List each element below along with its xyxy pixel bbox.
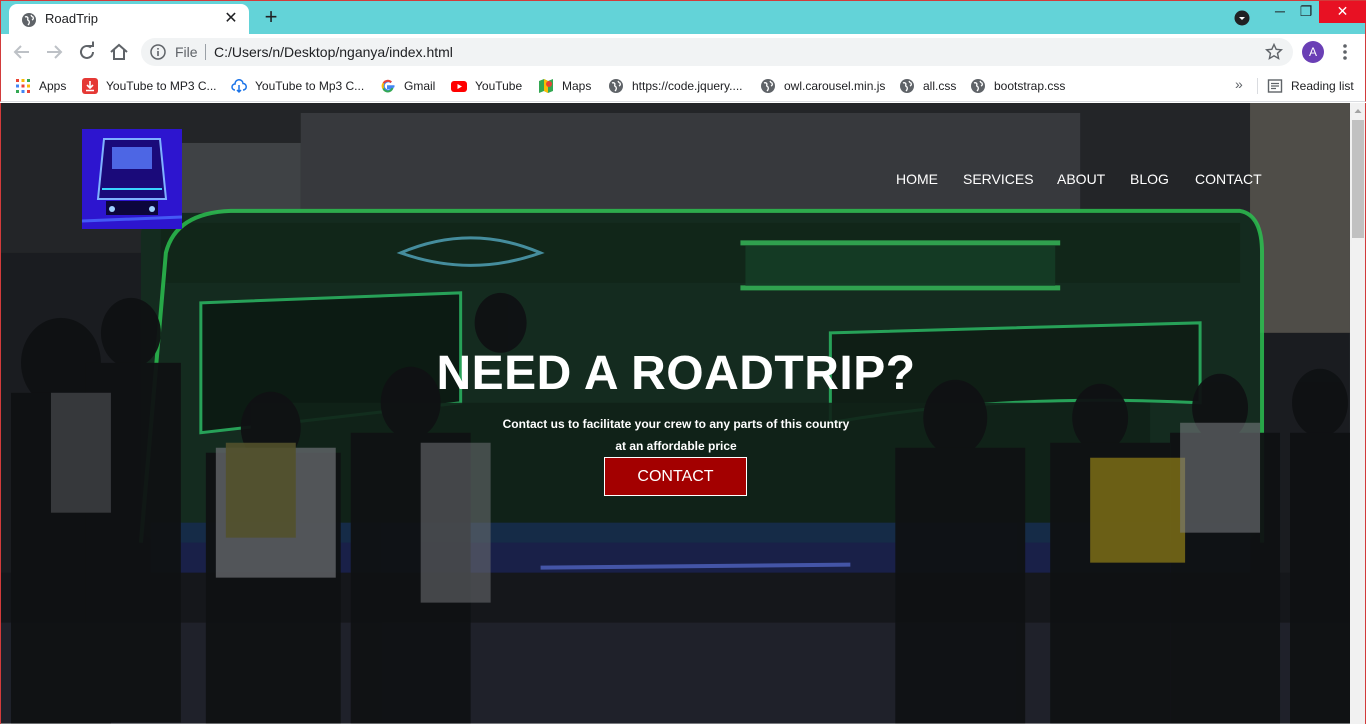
download-icon <box>82 78 98 94</box>
bookmark-label: YouTube <box>475 79 523 93</box>
globe-icon <box>22 13 36 27</box>
bookmark-label: YouTube to Mp3 C... <box>255 79 365 93</box>
bookmark-owl-carousel[interactable]: owl.carousel.min.js <box>760 76 885 96</box>
google-icon <box>381 79 395 93</box>
scroll-up-arrow-icon[interactable] <box>1350 103 1366 119</box>
back-arrow-icon[interactable] <box>10 40 34 64</box>
tab-strip: RoadTrip ✕ + ─ ❐ ✕ <box>0 0 1366 35</box>
page-viewport: HOME SERVICES ABOUT BLOG CONTACT NEED A … <box>0 103 1350 724</box>
bookmark-label: https://code.jquery.... <box>632 79 743 93</box>
site-logo[interactable] <box>82 129 182 229</box>
contact-cta-button[interactable]: CONTACT <box>604 457 747 496</box>
globe-icon <box>971 79 985 93</box>
bookmarks-divider <box>1257 78 1258 94</box>
bookmark-apps[interactable]: Apps <box>15 76 66 96</box>
page-scrollbar[interactable] <box>1350 103 1366 724</box>
scrollbar-thumb[interactable] <box>1352 120 1364 238</box>
cloud-download-icon <box>231 79 247 94</box>
globe-icon <box>900 79 914 93</box>
scheme-label: File <box>175 44 198 60</box>
profile-avatar[interactable]: A <box>1302 41 1324 63</box>
minimize-icon[interactable]: ─ <box>1269 1 1291 23</box>
reload-icon[interactable] <box>75 40 99 64</box>
bookmark-gmail[interactable]: Gmail <box>380 76 435 96</box>
hero-subline-2: at an affordable price <box>615 439 737 453</box>
bookmark-all-css[interactable]: all.css <box>899 76 956 96</box>
youtube-icon <box>451 81 467 92</box>
tab-roadtrip[interactable]: RoadTrip ✕ <box>9 4 249 35</box>
tab-search-icon[interactable] <box>1234 10 1250 26</box>
forward-arrow-icon[interactable] <box>42 40 66 64</box>
globe-icon <box>761 79 775 93</box>
address-bar[interactable]: File C:/Users/n/Desktop/nganya/index.htm… <box>141 38 1293 66</box>
bookmark-label: Gmail <box>404 79 436 93</box>
restore-icon[interactable]: ❐ <box>1295 1 1317 23</box>
apps-grid-icon <box>16 79 30 93</box>
bookmark-label: YouTube to MP3 C... <box>106 79 217 93</box>
nav-contact[interactable]: CONTACT <box>1195 171 1262 187</box>
nav-home[interactable]: HOME <box>896 171 938 187</box>
info-icon[interactable] <box>150 44 166 60</box>
bookmark-youtube[interactable]: YouTube <box>451 76 522 96</box>
bookmark-youtube-mp3-1[interactable]: YouTube to MP3 C... <box>82 76 217 96</box>
close-tab-icon[interactable]: ✕ <box>221 9 241 29</box>
bookmark-youtube-mp3-2[interactable]: YouTube to Mp3 C... <box>231 76 364 96</box>
nav-services[interactable]: SERVICES <box>963 171 1034 187</box>
tab-title: RoadTrip <box>45 11 98 26</box>
omnibox-divider <box>205 44 206 60</box>
reading-list-button[interactable]: Reading list <box>1267 76 1354 96</box>
nav-about[interactable]: ABOUT <box>1057 171 1105 187</box>
bookmark-bootstrap-css[interactable]: bootstrap.css <box>970 76 1065 96</box>
bookmark-label: bootstrap.css <box>994 79 1066 93</box>
nav-blog[interactable]: BLOG <box>1130 171 1169 187</box>
hero-subline-1: Contact us to facilitate your crew to an… <box>502 417 850 431</box>
bookmark-label: all.css <box>923 79 957 93</box>
window-close-icon[interactable]: ✕ <box>1319 1 1366 23</box>
hero-headline: NEED A ROADTRIP? <box>436 347 916 400</box>
bookmarks-overflow-chevron-icon[interactable]: » <box>1235 76 1243 92</box>
hero-background-image <box>1 103 1350 724</box>
globe-icon <box>609 79 623 93</box>
reading-list-label: Reading list <box>1291 79 1354 93</box>
bookmark-star-icon[interactable] <box>1265 43 1283 61</box>
bookmark-label: Apps <box>39 79 67 93</box>
browser-toolbar: File C:/Users/n/Desktop/nganya/index.htm… <box>0 34 1366 70</box>
home-icon[interactable] <box>107 40 131 64</box>
new-tab-button[interactable]: + <box>259 5 283 29</box>
bookmark-maps[interactable]: Maps <box>538 76 591 96</box>
bookmark-label: Maps <box>562 79 592 93</box>
menu-kebab-icon[interactable] <box>1337 41 1353 63</box>
url-text[interactable]: C:/Users/n/Desktop/nganya/index.html <box>214 44 453 60</box>
bookmark-label: owl.carousel.min.js <box>784 79 886 93</box>
bookmarks-bar: Apps YouTube to MP3 C... YouTube to Mp3 … <box>0 70 1366 102</box>
reading-list-icon <box>1267 79 1283 93</box>
maps-icon <box>539 79 553 93</box>
bookmark-jquery[interactable]: https://code.jquery.... <box>608 76 743 96</box>
